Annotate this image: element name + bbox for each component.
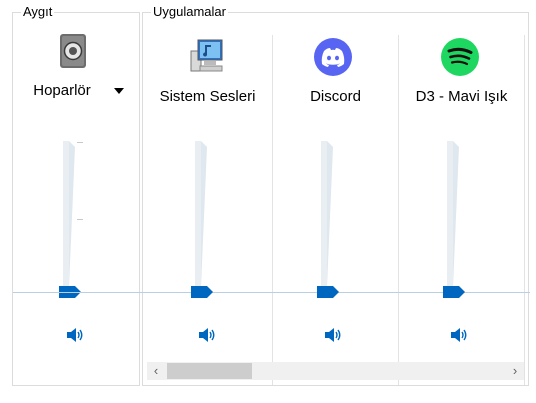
system-sounds-volume-thumb[interactable] <box>191 286 213 298</box>
spotify-icon <box>440 37 480 77</box>
app-column-discord: Discord <box>273 13 398 385</box>
column-divider <box>524 35 525 385</box>
device-peak-meter <box>69 141 75 287</box>
scroll-right-icon[interactable]: › <box>508 362 522 380</box>
app-column-system-sounds: Sistem Sesleri <box>143 13 272 385</box>
device-name-label[interactable]: Hoparlör <box>0 82 125 100</box>
device-mute-button[interactable] <box>66 326 84 344</box>
speaker-device-icon <box>56 33 90 69</box>
system-sounds-icon <box>187 37 227 77</box>
app-column-spotify: D3 - Mavi Işık <box>399 13 524 385</box>
system-sounds-mute-button[interactable] <box>198 326 216 344</box>
device-slider-tick <box>77 142 83 143</box>
device-slider-tick <box>77 219 83 220</box>
device-group-title: Aygıt <box>21 4 55 20</box>
discord-volume-thumb[interactable] <box>317 286 339 298</box>
app-label-spotify: D3 - Mavi Işık <box>415 88 508 105</box>
app-label-system-sounds: Sistem Sesleri <box>159 88 256 105</box>
spotify-volume-thumb[interactable] <box>443 286 465 298</box>
applications-group: Uygulamalar Sistem Sesleri Discord D3 - … <box>13 4 530 386</box>
system-sounds-peak-meter <box>201 141 207 287</box>
chevron-down-icon[interactable] <box>114 88 124 94</box>
discord-mute-button[interactable] <box>324 326 342 344</box>
scroll-left-icon[interactable]: ‹ <box>149 362 163 380</box>
horizontal-scrollbar[interactable]: ‹ › <box>147 362 524 380</box>
scrollbar-thumb[interactable] <box>167 363 252 379</box>
device-group: Aygıt Hoparlör <box>12 4 140 386</box>
discord-icon <box>313 37 353 77</box>
discord-peak-meter <box>327 141 333 287</box>
spotify-peak-meter <box>453 141 459 287</box>
spotify-mute-button[interactable] <box>450 326 468 344</box>
app-label-discord: Discord <box>310 88 361 105</box>
